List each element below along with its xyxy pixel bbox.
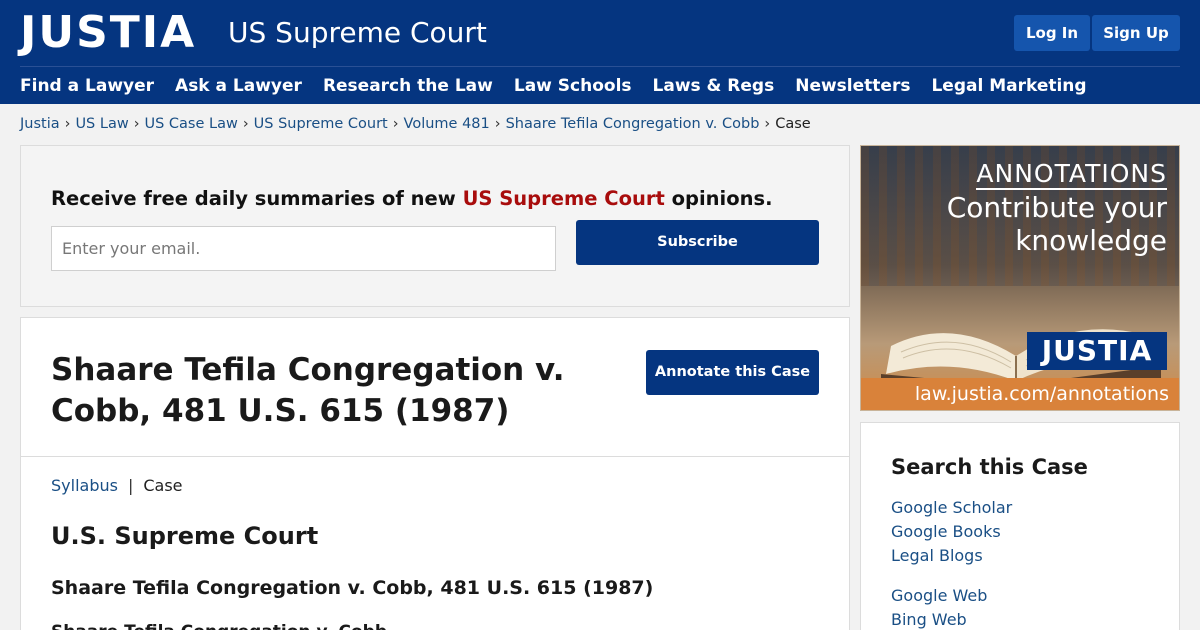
annotations-ad[interactable]: ANNOTATIONS Contribute your knowledge JU… [860,145,1180,411]
breadcrumb-us-law[interactable]: US Law [75,116,128,132]
tab-syllabus[interactable]: Syllabus [51,476,118,495]
newsletter-text-suffix: opinions. [664,187,773,210]
case-card: Shaare Tefila Congregation v. Cobb, 481 … [20,317,850,630]
newsletter-text-highlight: US Supreme Court [462,187,665,210]
search-links: Google Scholar Google Books Legal Blogs … [891,496,1012,630]
breadcrumb-separator: › [392,116,399,132]
breadcrumb: Justia › US Law › US Case Law › US Supreme Cou… [20,114,811,134]
newsletter-text-prefix: Receive free daily summaries of new [51,187,463,210]
link-google-web[interactable]: Google Web [891,584,1012,608]
nav-newsletters[interactable]: Newsletters [795,74,910,98]
case-subheading: Shaare Tefila Congregation v. Cobb, 481 … [51,577,654,599]
ad-tagline-line1: Contribute your [946,191,1167,224]
search-links-spacer [891,568,1012,584]
search-title: Search this Case [891,455,1088,479]
breadcrumb-current: Case [775,116,811,132]
newsletter-prompt: Receive free daily summaries of new US S… [51,186,773,212]
breadcrumb-us-supreme-court[interactable]: US Supreme Court [254,116,388,132]
link-bing-web[interactable]: Bing Web [891,608,1012,630]
ad-tagline-line2: knowledge [1015,224,1167,257]
nav-find-a-lawyer[interactable]: Find a Lawyer [20,74,154,98]
breadcrumb-case-name[interactable]: Shaare Tefila Congregation v. Cobb [506,116,760,132]
case-tabs: Syllabus | Case [51,475,183,497]
tab-separator: | [127,476,134,495]
breadcrumb-separator: › [64,116,71,132]
nav-law-schools[interactable]: Law Schools [514,74,632,98]
signup-button[interactable]: Sign Up [1092,15,1180,51]
email-input[interactable] [51,226,556,271]
site-header: JUSTIA US Supreme Court Log In Sign Up F… [0,0,1200,104]
ad-heading: ANNOTATIONS [976,159,1167,190]
main-nav: Find a Lawyer Ask a Lawyer Research the … [20,74,1108,98]
breadcrumb-us-case-law[interactable]: US Case Law [145,116,238,132]
nav-laws-and-regs[interactable]: Laws & Regs [653,74,775,98]
nav-research-the-law[interactable]: Research the Law [323,74,493,98]
case-title: Shaare Tefila Congregation v. Cobb, 481 … [51,352,565,429]
link-google-books[interactable]: Google Books [891,520,1012,544]
nav-legal-marketing[interactable]: Legal Marketing [931,74,1086,98]
search-this-case: Search this Case Google Scholar Google B… [860,422,1180,630]
link-legal-blogs[interactable]: Legal Blogs [891,544,1012,568]
case-divider [21,456,849,457]
subscribe-button[interactable]: Subscribe [576,220,819,265]
court-heading: U.S. Supreme Court [51,522,319,550]
breadcrumb-separator: › [764,116,771,132]
breadcrumb-separator: › [133,116,140,132]
breadcrumb-separator: › [494,116,501,132]
section-title[interactable]: US Supreme Court [228,16,487,50]
nav-ask-a-lawyer[interactable]: Ask a Lawyer [175,74,302,98]
tab-case: Case [143,476,183,495]
newsletter-signup: Receive free daily summaries of new US S… [20,145,850,307]
ad-url: law.justia.com/annotations [861,378,1179,410]
ad-justia-badge: JUSTIA [1027,332,1167,370]
link-google-scholar[interactable]: Google Scholar [891,496,1012,520]
breadcrumb-justia[interactable]: Justia [20,116,60,132]
breadcrumb-volume[interactable]: Volume 481 [404,116,490,132]
breadcrumb-separator: › [242,116,249,132]
justia-logo[interactable]: JUSTIA [20,10,196,56]
annotate-case-button[interactable]: Annotate this Case [646,350,819,395]
header-divider [20,66,1180,67]
login-button[interactable]: Log In [1014,15,1090,51]
case-subheading-short: Shaare Tefila Congregation v. Cobb [51,621,387,630]
